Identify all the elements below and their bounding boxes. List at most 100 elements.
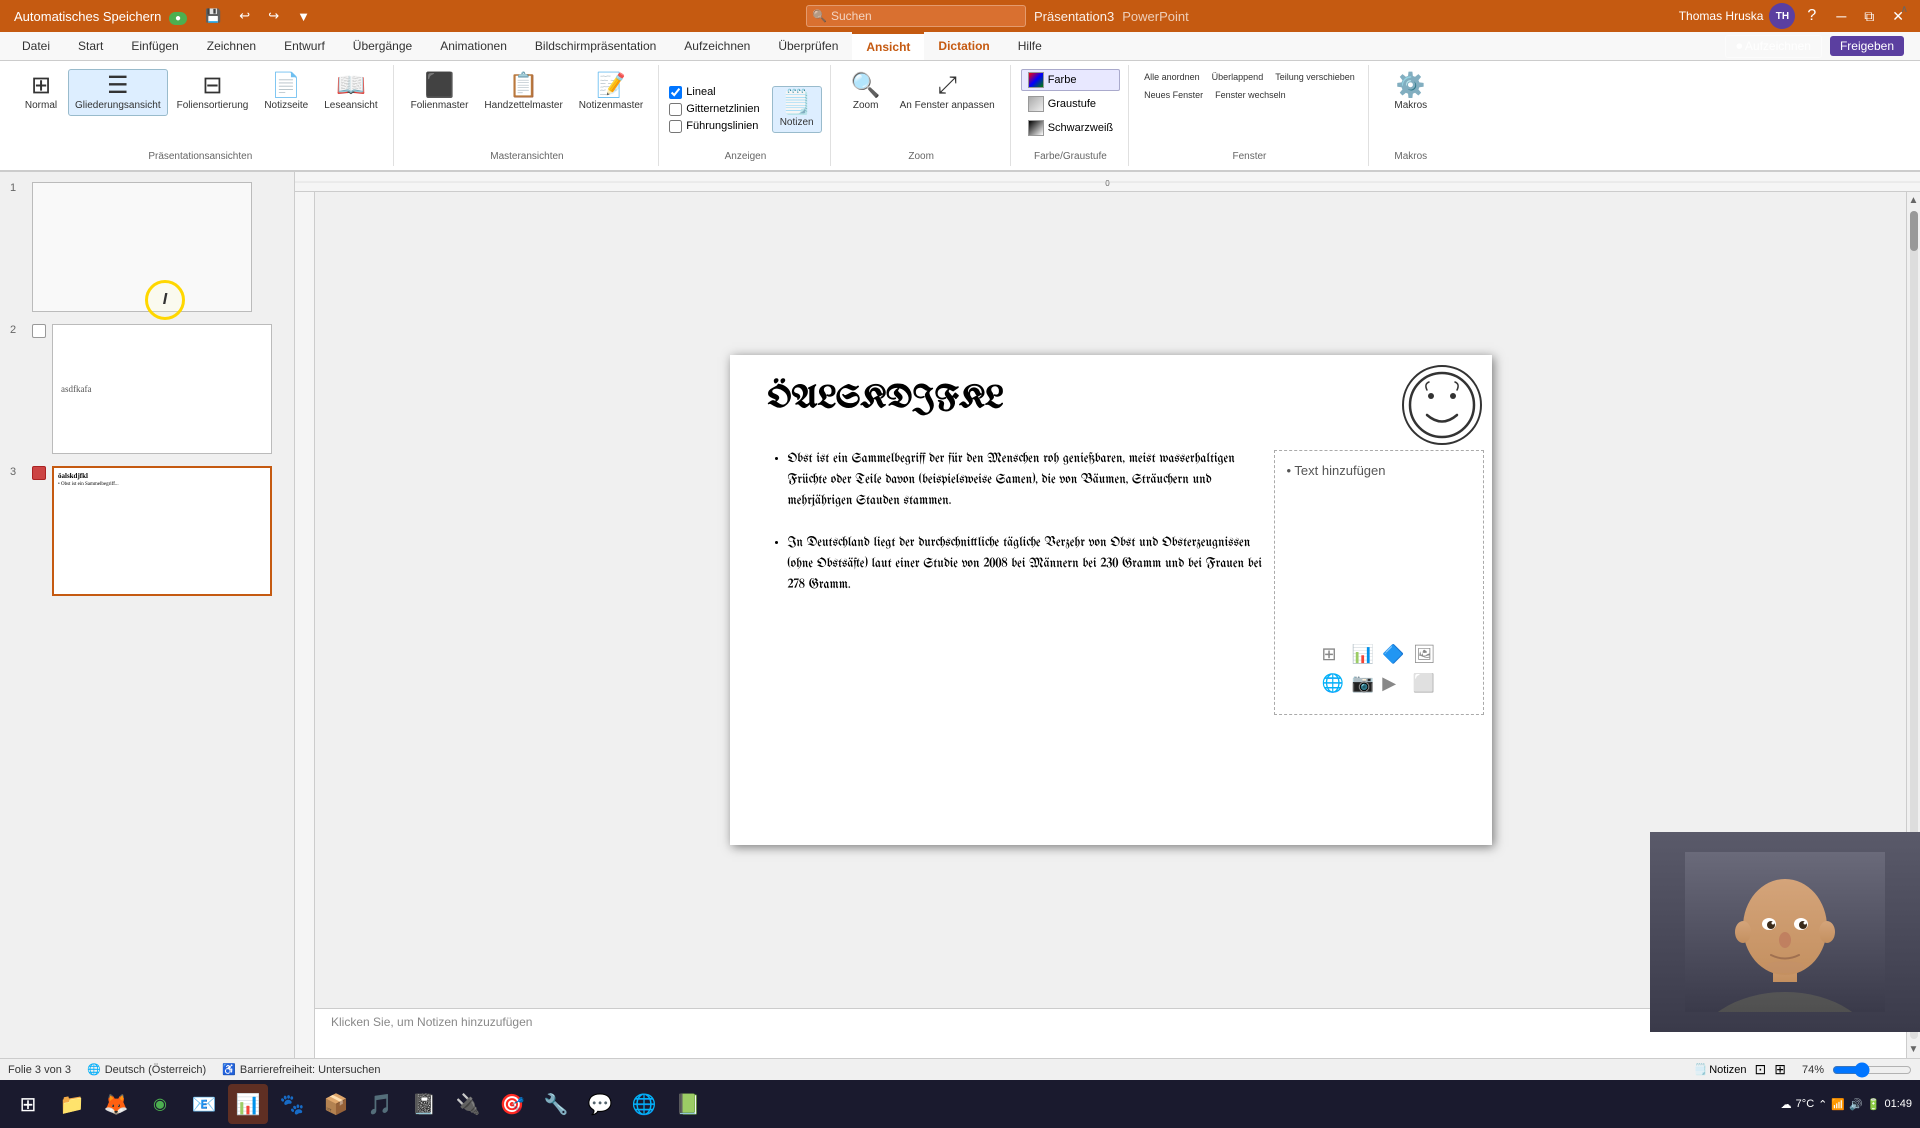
lineal-checkbox[interactable]: [669, 86, 682, 99]
taskbar-onenote[interactable]: 📓: [404, 1084, 444, 1124]
tab-hilfe[interactable]: Hilfe: [1004, 32, 1056, 60]
view-gliederung-btn[interactable]: ☰ Gliederungsansicht: [68, 69, 168, 116]
scroll-thumb[interactable]: [1910, 211, 1918, 251]
view-foliensortierung-btn[interactable]: ⊟ Foliensortierung: [170, 69, 256, 116]
notizen-status-btn[interactable]: 🗒️ Notizen: [1694, 1063, 1747, 1076]
view-notizseite-btn[interactable]: 📄 Notizseite: [257, 69, 315, 116]
help-icon[interactable]: ?: [1801, 5, 1822, 27]
farbe-btn[interactable]: Farbe: [1021, 69, 1120, 91]
zoom-btn[interactable]: 🔍 Zoom: [841, 69, 891, 116]
tab-animationen[interactable]: Animationen: [426, 32, 521, 60]
shape-icon[interactable]: ⬜: [1413, 673, 1436, 694]
check-fuehrungslinien[interactable]: Führungslinien: [669, 120, 759, 133]
taskbar-app8[interactable]: 🎵: [360, 1084, 400, 1124]
picture-icon[interactable]: 🖼: [1413, 644, 1436, 665]
tab-dictation[interactable]: Dictation: [924, 32, 1003, 60]
slide-thumb-3[interactable]: 3 öalskdjfkl • Obst ist ein Sammelbegrif…: [8, 464, 286, 598]
undo-button[interactable]: ↩: [233, 6, 256, 26]
tab-start[interactable]: Start: [64, 32, 117, 60]
autosave-toggle[interactable]: Automatisches Speichern ●: [8, 7, 193, 26]
handzettelmaster-btn[interactable]: 📋 Handzettelmaster: [477, 69, 569, 116]
table-icon[interactable]: ⊞: [1321, 644, 1343, 665]
restore-button[interactable]: ⧉: [1856, 6, 1882, 27]
thumb3-title: öalskdjfkl: [58, 472, 266, 480]
taskbar-firefox[interactable]: 🦊: [96, 1084, 136, 1124]
tab-zeichnen[interactable]: Zeichnen: [193, 32, 270, 60]
slide-content[interactable]: Obst ist ein Sammelbegriff der für den M…: [768, 450, 1278, 617]
view-normal-status-btn[interactable]: ⊡: [1755, 1061, 1767, 1078]
ribbon-collapse-button[interactable]: ∧: [1897, 2, 1912, 17]
fuehrungslinien-checkbox[interactable]: [669, 120, 682, 133]
teilung-btn[interactable]: Teilung verschieben: [1270, 69, 1360, 85]
minimize-button[interactable]: ─: [1828, 6, 1854, 27]
scroll-up-arrow[interactable]: ▲: [1906, 192, 1920, 209]
slide-num-1: 1: [10, 182, 26, 194]
taskbar-explorer[interactable]: 📁: [52, 1084, 92, 1124]
neues-fenster-btn[interactable]: Neues Fenster: [1139, 87, 1208, 103]
slide-num-3: 3: [10, 466, 26, 478]
chart-icon[interactable]: 📊: [1352, 644, 1374, 665]
taskbar-powerpoint[interactable]: 📊: [228, 1084, 268, 1124]
taskbar-app11[interactable]: 🎯: [492, 1084, 532, 1124]
notizenmaster-btn[interactable]: 📝 Notizenmaster: [572, 69, 650, 116]
slide-title[interactable]: ÖALSKDJFKL: [768, 383, 1004, 416]
slide-placeholder[interactable]: • Text hinzufügen ⊞ 📊 🔷 🖼 🌐 📷 ▶ ⬜: [1274, 450, 1484, 715]
alle-anordnen-btn[interactable]: Alle anordnen: [1139, 69, 1205, 85]
folienmaster-btn[interactable]: ⬛ Folienmaster: [404, 69, 476, 116]
taskbar-app12[interactable]: 🔧: [536, 1084, 576, 1124]
taskbar-chrome[interactable]: ◉: [140, 1084, 180, 1124]
fenster-wechseln-btn[interactable]: Fenster wechseln: [1210, 87, 1291, 103]
taskbar-app10[interactable]: 🔌: [448, 1084, 488, 1124]
view-normal-btn[interactable]: ⊞ Normal: [16, 69, 66, 116]
tab-bildschirm[interactable]: Bildschirmpräsentation: [521, 32, 670, 60]
scroll-down-arrow[interactable]: ▼: [1906, 1041, 1920, 1058]
taskbar-start[interactable]: ⊞: [8, 1084, 48, 1124]
taskbar-app7[interactable]: 📦: [316, 1084, 356, 1124]
graustufe-btn[interactable]: Graustufe: [1021, 93, 1120, 115]
view-grid-status-btn[interactable]: ⊞: [1774, 1061, 1786, 1078]
redo-button[interactable]: ↪: [262, 6, 285, 26]
ueberlappend-btn[interactable]: Überlappend: [1207, 69, 1269, 85]
aufzeichnen-button[interactable]: ⏺ Aufzeichnen: [1725, 35, 1822, 58]
fenster-bottom-row: Neues Fenster Fenster wechseln: [1139, 87, 1360, 103]
handzettelmaster-icon: 📋: [509, 74, 539, 98]
slide-thumb-2[interactable]: 2 asdfkafa: [8, 322, 286, 456]
system-tray[interactable]: ⌃: [1818, 1098, 1827, 1111]
taskbar-excel[interactable]: 📗: [668, 1084, 708, 1124]
check-lineal[interactable]: Lineal: [669, 86, 759, 99]
video-icon[interactable]: ▶: [1382, 673, 1404, 694]
view-leseansicht-btn[interactable]: 📖 Leseansicht: [317, 69, 384, 116]
person-svg: [1685, 852, 1885, 1012]
zoom-slider[interactable]: [1832, 1062, 1912, 1078]
taskbar-browser[interactable]: 🌐: [624, 1084, 664, 1124]
ribbon-group-masteransichten: ⬛ Folienmaster 📋 Handzettelmaster 📝 Noti…: [396, 65, 660, 166]
taskbar-teams[interactable]: 💬: [580, 1084, 620, 1124]
tab-einfuegen[interactable]: Einfügen: [117, 32, 192, 60]
notizen-btn[interactable]: 🗒️ Notizen: [772, 86, 822, 133]
check-gitternetz[interactable]: Gitternetzlinien: [669, 103, 759, 116]
smartart-icon[interactable]: 🔷: [1382, 644, 1404, 665]
tab-ansicht[interactable]: Ansicht: [852, 32, 924, 60]
tab-uebergaenge[interactable]: Übergänge: [339, 32, 426, 60]
taskbar-outlook[interactable]: 📧: [184, 1084, 224, 1124]
freigeben-button[interactable]: Freigeben: [1830, 36, 1904, 56]
tab-ueberpruefen[interactable]: Überprüfen: [764, 32, 852, 60]
photo-icon[interactable]: 📷: [1352, 673, 1374, 694]
taskbar-app6[interactable]: 🐾: [272, 1084, 312, 1124]
svg-text:0: 0: [1105, 179, 1110, 188]
tab-datei[interactable]: Datei: [8, 32, 64, 60]
slide-canvas[interactable]: ÖALSKDJFKL: [730, 355, 1492, 845]
tab-entwurf[interactable]: Entwurf: [270, 32, 339, 60]
schwarzweiss-btn[interactable]: Schwarzweiß: [1021, 117, 1120, 139]
quickaccess-more[interactable]: ▼: [291, 7, 316, 26]
slide-thumb-1[interactable]: 1: [8, 180, 286, 314]
online-pic-icon[interactable]: 🌐: [1321, 673, 1343, 694]
speaker-icon: 🔊: [1849, 1098, 1863, 1111]
makros-btn[interactable]: ⚙️ Makros: [1386, 69, 1436, 116]
slide-panel[interactable]: 1 2 asdfkafa 3 öalskdjfkl • Obst ist ein…: [0, 172, 295, 1058]
tab-aufzeichnen[interactable]: Aufzeichnen: [670, 32, 764, 60]
save-button[interactable]: 💾: [199, 6, 227, 26]
search-input[interactable]: [806, 5, 1026, 27]
gitternetz-checkbox[interactable]: [669, 103, 682, 116]
anpassen-btn[interactable]: ⤢ An Fenster anpassen: [893, 69, 1002, 116]
